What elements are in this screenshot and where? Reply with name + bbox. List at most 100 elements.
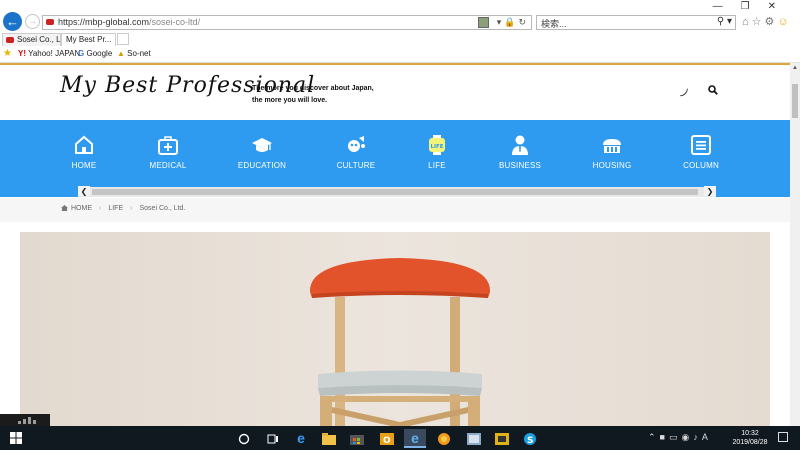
nav-business[interactable]: BUSINESS bbox=[480, 134, 560, 170]
url-text: https://mbp-global.com/sosei-co-ltd/ bbox=[58, 17, 201, 27]
breadcrumb-home[interactable]: HOME bbox=[71, 205, 92, 212]
network-icon[interactable]: ◉ bbox=[682, 432, 694, 442]
business-person-icon bbox=[512, 135, 528, 155]
close-window-button[interactable]: ✕ bbox=[768, 1, 794, 12]
vertical-scroll-thumb[interactable] bbox=[792, 84, 798, 118]
notification-center-icon[interactable] bbox=[778, 432, 788, 442]
accent-line bbox=[0, 63, 790, 65]
search-placeholder: 検索... bbox=[541, 19, 567, 29]
page-thumbnail-icon[interactable] bbox=[478, 17, 489, 28]
forward-button[interactable]: → bbox=[25, 14, 40, 29]
nav-column[interactable]: COLUMN bbox=[661, 134, 741, 170]
favorite-sonet[interactable]: ▲ So-net bbox=[117, 49, 151, 58]
nav-housing[interactable]: HOUSING bbox=[572, 134, 652, 170]
nav-education[interactable]: EDUCATION bbox=[222, 134, 302, 170]
url-tools: ▾🔒↻ bbox=[497, 17, 529, 28]
scroll-up-icon[interactable]: ▲ bbox=[792, 65, 798, 71]
restore-button[interactable]: ❐ bbox=[741, 1, 768, 12]
google-icon: G bbox=[78, 49, 85, 58]
web-page: My Best Professional The more you discov… bbox=[0, 63, 790, 426]
media-app-icon[interactable] bbox=[491, 429, 513, 448]
breadcrumb-separator: › bbox=[99, 205, 102, 212]
nav-medical[interactable]: MEDICAL bbox=[128, 134, 208, 170]
rss-icon[interactable]: ) bbox=[679, 87, 690, 98]
column-icon bbox=[691, 135, 711, 155]
gear-icon[interactable]: ⚙ bbox=[765, 16, 778, 28]
category-nav: HOME MEDICAL EDUCATION CULTURE LIFE LIFE… bbox=[0, 120, 790, 197]
svg-text:LIFE: LIFE bbox=[430, 144, 443, 150]
orange-app-icon[interactable] bbox=[433, 429, 455, 448]
url-field[interactable]: https://mbp-global.com/sosei-co-ltd/ ▾🔒↻ bbox=[42, 15, 532, 30]
sonet-icon: ▲ bbox=[117, 49, 125, 58]
browser-toolbar-icons: ⌂☆⚙☺ bbox=[742, 15, 792, 28]
screen-app-icon[interactable] bbox=[463, 429, 485, 448]
windows-taskbar: e O e S ⌃■▭◉♪A 10:32 2019/08/28 bbox=[0, 426, 800, 450]
task-view-icon[interactable] bbox=[262, 429, 284, 448]
nav-life[interactable]: LIFE LIFE bbox=[397, 134, 477, 170]
window-controls: —❐✕ bbox=[713, 1, 794, 12]
tab-close-icon[interactable]: × bbox=[115, 35, 116, 44]
lock-icon[interactable]: 🔒 bbox=[504, 17, 518, 27]
outlook-icon[interactable]: O bbox=[376, 429, 398, 448]
yahoo-icon: Y! bbox=[18, 49, 26, 58]
nav-culture[interactable]: CULTURE bbox=[316, 134, 396, 170]
cortana-icon[interactable] bbox=[233, 429, 255, 448]
store-icon[interactable] bbox=[346, 429, 368, 448]
taskbar-clock[interactable]: 10:32 2019/08/28 bbox=[730, 429, 770, 447]
breadcrumb-life[interactable]: LIFE bbox=[108, 205, 123, 212]
volume-icon[interactable]: ♪ bbox=[693, 432, 702, 442]
system-tray: ⌃■▭◉♪A bbox=[648, 432, 712, 443]
file-explorer-icon[interactable] bbox=[318, 429, 340, 448]
tab-my-best-pro[interactable]: My Best Pr...× bbox=[61, 33, 116, 46]
minimize-button[interactable]: — bbox=[713, 1, 741, 12]
culture-icon bbox=[348, 136, 365, 152]
favorite-yahoo[interactable]: Y! Yahoo! JAPAN bbox=[18, 49, 80, 58]
nav-horizontal-scrollbar[interactable]: ❮ ❯ bbox=[78, 186, 716, 197]
clock-date: 2019/08/28 bbox=[732, 439, 768, 446]
nav-home[interactable]: HOME bbox=[44, 134, 124, 170]
internet-explorer-icon[interactable]: e bbox=[404, 429, 426, 448]
page-vertical-scrollbar[interactable]: ▲ bbox=[790, 63, 800, 426]
favorites-star-icon[interactable]: ☆ bbox=[752, 16, 765, 28]
housing-icon bbox=[603, 139, 621, 153]
site-search-icon[interactable] bbox=[708, 85, 718, 95]
scrollbar-thumb[interactable] bbox=[92, 189, 698, 195]
new-tab-button[interactable] bbox=[117, 33, 129, 45]
tray-app-icon[interactable]: ■ bbox=[660, 432, 669, 442]
scroll-left-icon[interactable]: ❮ bbox=[78, 186, 90, 196]
tab-sosei[interactable]: Sosei Co., Ltd. bbox=[2, 33, 61, 46]
skype-icon[interactable]: S bbox=[519, 429, 541, 448]
scroll-right-icon[interactable]: ❯ bbox=[704, 186, 716, 196]
search-icon[interactable]: ⚲ ▾ bbox=[717, 16, 732, 27]
favorite-google[interactable]: G Google bbox=[78, 49, 112, 58]
signal-widget bbox=[0, 414, 50, 426]
ime-icon[interactable]: A bbox=[702, 432, 712, 442]
windows-start-icon[interactable] bbox=[10, 432, 22, 444]
tray-expand-icon[interactable]: ⌃ bbox=[648, 432, 660, 442]
graduation-cap-icon bbox=[252, 138, 272, 152]
address-bar-area: ← → https://mbp-global.com/sosei-co-ltd/… bbox=[0, 0, 800, 32]
breadcrumb: HOME › LIFE › Sosei Co., Ltd. bbox=[61, 205, 185, 212]
hero-image bbox=[20, 232, 770, 426]
battery-icon[interactable]: ▭ bbox=[669, 432, 682, 442]
chair-photo bbox=[20, 232, 770, 426]
life-icon: LIFE bbox=[429, 135, 445, 155]
site-tagline: The more you discover about Japan, the m… bbox=[252, 85, 374, 104]
clock-time: 10:32 bbox=[741, 430, 759, 437]
breadcrumb-bar: HOME › LIFE › Sosei Co., Ltd. bbox=[0, 198, 790, 222]
tab-favicon-icon bbox=[6, 37, 14, 43]
search-input[interactable]: 検索... ⚲ ▾ bbox=[536, 15, 736, 30]
back-button[interactable]: ← bbox=[3, 12, 22, 31]
svg-text:S: S bbox=[527, 436, 533, 446]
favorites-add-icon[interactable]: ★ bbox=[3, 48, 12, 59]
edge-icon[interactable]: e bbox=[290, 429, 312, 448]
home-icon bbox=[75, 135, 93, 154]
medical-kit-icon bbox=[158, 136, 178, 155]
refresh-icon[interactable]: ↻ bbox=[518, 17, 529, 27]
svg-text:O: O bbox=[383, 436, 391, 445]
smiley-feedback-icon[interactable]: ☺ bbox=[777, 16, 791, 28]
home-browser-icon[interactable]: ⌂ bbox=[742, 16, 752, 28]
site-favicon-icon bbox=[46, 19, 54, 25]
breadcrumb-separator: › bbox=[130, 205, 133, 212]
breadcrumb-home-icon bbox=[61, 205, 68, 211]
